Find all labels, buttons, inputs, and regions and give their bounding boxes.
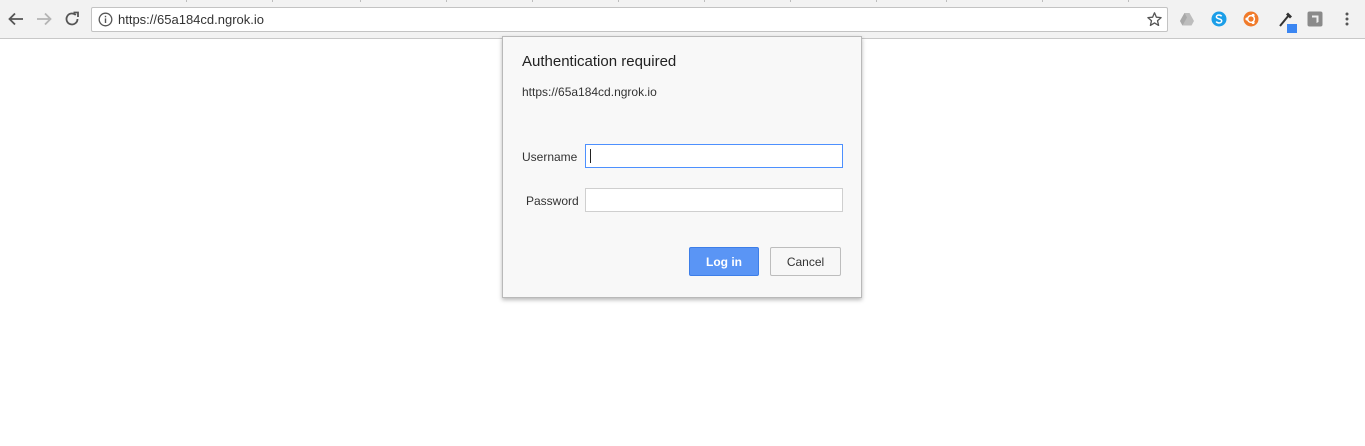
tab-strip xyxy=(0,0,1365,2)
cancel-button[interactable]: Cancel xyxy=(770,247,841,276)
ubuntu-extension-icon[interactable] xyxy=(1243,11,1259,27)
reload-icon xyxy=(65,11,79,26)
login-button[interactable]: Log in xyxy=(689,247,759,276)
address-bar[interactable]: https://65a184cd.ngrok.io xyxy=(91,7,1168,32)
back-arrow-icon xyxy=(8,12,23,26)
kebab-menu-icon[interactable] xyxy=(1340,11,1354,27)
reload-button[interactable] xyxy=(62,9,82,29)
star-icon[interactable] xyxy=(1146,11,1163,28)
password-label: Password xyxy=(526,194,579,208)
info-icon[interactable] xyxy=(98,12,113,27)
auth-dialog: Authentication required https://65a184cd… xyxy=(502,36,862,298)
username-input[interactable] xyxy=(585,144,843,168)
dialog-title: Authentication required xyxy=(522,53,677,70)
forward-button[interactable] xyxy=(34,9,54,29)
url-text[interactable]: https://65a184cd.ngrok.io xyxy=(118,12,264,28)
username-label: Username xyxy=(522,150,578,164)
color-picker-icon[interactable] xyxy=(1276,9,1298,33)
extension-icon[interactable] xyxy=(1307,11,1323,27)
forward-arrow-icon xyxy=(37,12,52,26)
google-drive-icon[interactable] xyxy=(1179,11,1195,27)
browser-toolbar: https://65a184cd.ngrok.io xyxy=(0,0,1365,39)
dialog-origin: https://65a184cd.ngrok.io xyxy=(522,85,657,99)
skype-icon[interactable] xyxy=(1211,11,1227,27)
password-input[interactable] xyxy=(585,188,843,212)
text-caret xyxy=(590,149,591,163)
back-button[interactable] xyxy=(6,9,26,29)
